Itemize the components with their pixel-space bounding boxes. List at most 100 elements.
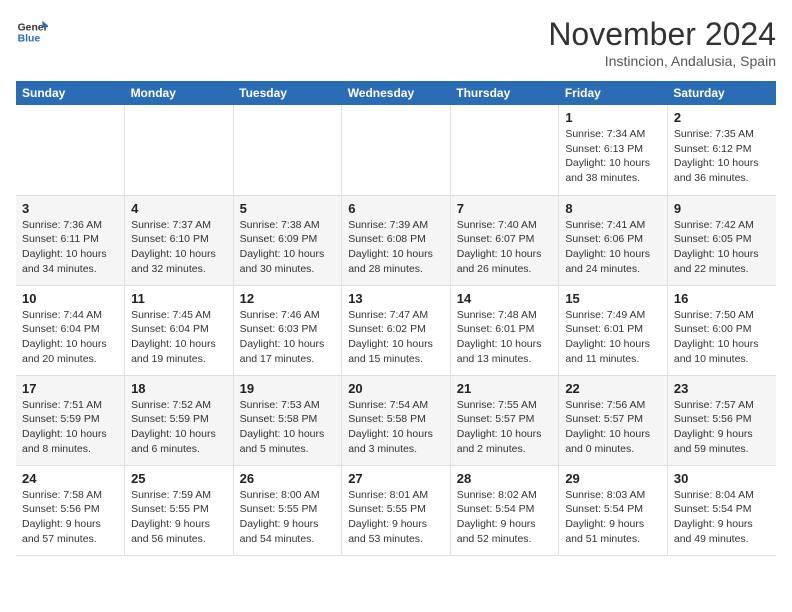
day-info: Sunrise: 7:38 AMSunset: 6:09 PMDaylight:… bbox=[240, 218, 336, 277]
col-header-friday: Friday bbox=[559, 81, 668, 105]
day-number: 12 bbox=[240, 291, 336, 306]
calendar-week-row: 3Sunrise: 7:36 AMSunset: 6:11 PMDaylight… bbox=[16, 195, 776, 285]
col-header-monday: Monday bbox=[125, 81, 234, 105]
day-number: 10 bbox=[22, 291, 118, 306]
col-header-wednesday: Wednesday bbox=[342, 81, 451, 105]
day-number: 28 bbox=[457, 471, 553, 486]
calendar-cell: 26 Sunrise: 8:00 AMSunset: 5:55 PMDayligh… bbox=[233, 465, 342, 555]
day-info: Sunrise: 7:58 AMSunset: 5:56 PMDaylight:… bbox=[22, 488, 118, 547]
calendar-cell: 1 Sunrise: 7:34 AMSunset: 6:13 PMDaylight… bbox=[559, 105, 668, 195]
day-info: Sunrise: 7:53 AMSunset: 5:58 PMDaylight:… bbox=[240, 398, 336, 457]
day-number: 29 bbox=[565, 471, 661, 486]
day-number: 3 bbox=[22, 201, 118, 216]
day-info: Sunrise: 8:00 AMSunset: 5:55 PMDaylight:… bbox=[240, 488, 336, 547]
calendar-cell bbox=[342, 105, 451, 195]
calendar-cell: 15Sunrise: 7:49 AMSunset: 6:01 PMDayligh… bbox=[559, 285, 668, 375]
day-info: Sunrise: 7:52 AMSunset: 5:59 PMDaylight:… bbox=[131, 398, 227, 457]
header-row: SundayMondayTuesdayWednesdayThursdayFrid… bbox=[16, 81, 776, 105]
svg-text:Blue: Blue bbox=[18, 34, 41, 45]
calendar-cell: 2 Sunrise: 7:35 AMSunset: 6:12 PMDaylight… bbox=[667, 105, 776, 195]
calendar-cell: 20 Sunrise: 7:54 AMSunset: 5:58 PMDayligh… bbox=[342, 375, 451, 465]
col-header-tuesday: Tuesday bbox=[233, 81, 342, 105]
day-info: Sunrise: 7:48 AMSunset: 6:01 PMDaylight:… bbox=[457, 308, 553, 367]
day-info: Sunrise: 7:59 AMSunset: 5:55 PMDaylight:… bbox=[131, 488, 227, 547]
day-number: 23 bbox=[674, 381, 770, 396]
day-number: 19 bbox=[240, 381, 336, 396]
calendar-cell: 14 Sunrise: 7:48 AMSunset: 6:01 PMDayligh… bbox=[450, 285, 559, 375]
day-number: 7 bbox=[457, 201, 553, 216]
day-info: Sunrise: 8:03 AMSunset: 5:54 PMDaylight:… bbox=[565, 488, 661, 547]
day-info: Sunrise: 7:34 AMSunset: 6:13 PMDaylight:… bbox=[565, 127, 661, 186]
col-header-thursday: Thursday bbox=[450, 81, 559, 105]
calendar-cell: 13 Sunrise: 7:47 AMSunset: 6:02 PMDayligh… bbox=[342, 285, 451, 375]
calendar-cell bbox=[125, 105, 234, 195]
logo-icon: GeneralBlue bbox=[16, 16, 48, 48]
calendar-cell: 11Sunrise: 7:45 AMSunset: 6:04 PMDayligh… bbox=[125, 285, 234, 375]
calendar-cell: 28 Sunrise: 8:02 AMSunset: 5:54 PMDayligh… bbox=[450, 465, 559, 555]
calendar-cell: 18 Sunrise: 7:52 AMSunset: 5:59 PMDayligh… bbox=[125, 375, 234, 465]
calendar-cell: 30 Sunrise: 8:04 AMSunset: 5:54 PMDayligh… bbox=[667, 465, 776, 555]
day-info: Sunrise: 7:41 AMSunset: 6:06 PMDaylight:… bbox=[565, 218, 661, 277]
calendar-cell: 23 Sunrise: 7:57 AMSunset: 5:56 PMDayligh… bbox=[667, 375, 776, 465]
day-number: 4 bbox=[131, 201, 227, 216]
day-info: Sunrise: 7:47 AMSunset: 6:02 PMDaylight:… bbox=[348, 308, 444, 367]
calendar-week-row: 17 Sunrise: 7:51 AMSunset: 5:59 PMDayligh… bbox=[16, 375, 776, 465]
day-number: 14 bbox=[457, 291, 553, 306]
day-info: Sunrise: 7:54 AMSunset: 5:58 PMDaylight:… bbox=[348, 398, 444, 457]
day-number: 27 bbox=[348, 471, 444, 486]
calendar-table: SundayMondayTuesdayWednesdayThursdayFrid… bbox=[16, 81, 776, 556]
day-info: Sunrise: 7:40 AMSunset: 6:07 PMDaylight:… bbox=[457, 218, 553, 277]
day-number: 24 bbox=[22, 471, 118, 486]
day-number: 26 bbox=[240, 471, 336, 486]
day-number: 1 bbox=[565, 110, 661, 125]
calendar-week-row: 1 Sunrise: 7:34 AMSunset: 6:13 PMDaylight… bbox=[16, 105, 776, 195]
calendar-cell: 3Sunrise: 7:36 AMSunset: 6:11 PMDaylight… bbox=[16, 195, 125, 285]
calendar-cell bbox=[233, 105, 342, 195]
day-info: Sunrise: 7:57 AMSunset: 5:56 PMDaylight:… bbox=[674, 398, 770, 457]
day-number: 6 bbox=[348, 201, 444, 216]
day-info: Sunrise: 7:55 AMSunset: 5:57 PMDaylight:… bbox=[457, 398, 553, 457]
day-number: 25 bbox=[131, 471, 227, 486]
day-info: Sunrise: 7:45 AMSunset: 6:04 PMDaylight:… bbox=[131, 308, 227, 367]
day-info: Sunrise: 7:51 AMSunset: 5:59 PMDaylight:… bbox=[22, 398, 118, 457]
calendar-cell: 4Sunrise: 7:37 AMSunset: 6:10 PMDaylight… bbox=[125, 195, 234, 285]
calendar-cell: 25 Sunrise: 7:59 AMSunset: 5:55 PMDayligh… bbox=[125, 465, 234, 555]
location-subtitle: Instincion, Andalusia, Spain bbox=[548, 53, 776, 69]
calendar-cell: 7 Sunrise: 7:40 AMSunset: 6:07 PMDaylight… bbox=[450, 195, 559, 285]
col-header-saturday: Saturday bbox=[667, 81, 776, 105]
day-info: Sunrise: 7:56 AMSunset: 5:57 PMDaylight:… bbox=[565, 398, 661, 457]
calendar-cell bbox=[16, 105, 125, 195]
calendar-cell: 6 Sunrise: 7:39 AMSunset: 6:08 PMDaylight… bbox=[342, 195, 451, 285]
col-header-sunday: Sunday bbox=[16, 81, 125, 105]
day-info: Sunrise: 7:39 AMSunset: 6:08 PMDaylight:… bbox=[348, 218, 444, 277]
day-number: 2 bbox=[674, 110, 770, 125]
day-info: Sunrise: 7:35 AMSunset: 6:12 PMDaylight:… bbox=[674, 127, 770, 186]
day-number: 20 bbox=[348, 381, 444, 396]
calendar-cell: 16 Sunrise: 7:50 AMSunset: 6:00 PMDayligh… bbox=[667, 285, 776, 375]
calendar-cell: 22Sunrise: 7:56 AMSunset: 5:57 PMDayligh… bbox=[559, 375, 668, 465]
calendar-week-row: 24 Sunrise: 7:58 AMSunset: 5:56 PMDayligh… bbox=[16, 465, 776, 555]
day-info: Sunrise: 7:49 AMSunset: 6:01 PMDaylight:… bbox=[565, 308, 661, 367]
day-number: 16 bbox=[674, 291, 770, 306]
day-info: Sunrise: 8:02 AMSunset: 5:54 PMDaylight:… bbox=[457, 488, 553, 547]
day-number: 21 bbox=[457, 381, 553, 396]
day-info: Sunrise: 7:50 AMSunset: 6:00 PMDaylight:… bbox=[674, 308, 770, 367]
calendar-cell: 29 Sunrise: 8:03 AMSunset: 5:54 PMDayligh… bbox=[559, 465, 668, 555]
day-number: 13 bbox=[348, 291, 444, 306]
calendar-cell: 9Sunrise: 7:42 AMSunset: 6:05 PMDaylight… bbox=[667, 195, 776, 285]
calendar-cell bbox=[450, 105, 559, 195]
day-info: Sunrise: 8:04 AMSunset: 5:54 PMDaylight:… bbox=[674, 488, 770, 547]
month-title: November 2024 bbox=[548, 16, 776, 53]
calendar-cell: 17 Sunrise: 7:51 AMSunset: 5:59 PMDayligh… bbox=[16, 375, 125, 465]
calendar-cell: 10 Sunrise: 7:44 AMSunset: 6:04 PMDayligh… bbox=[16, 285, 125, 375]
day-info: Sunrise: 8:01 AMSunset: 5:55 PMDaylight:… bbox=[348, 488, 444, 547]
header: GeneralBlue November 2024 Instincion, An… bbox=[16, 16, 776, 69]
day-info: Sunrise: 7:44 AMSunset: 6:04 PMDaylight:… bbox=[22, 308, 118, 367]
logo: GeneralBlue bbox=[16, 16, 48, 48]
day-number: 17 bbox=[22, 381, 118, 396]
day-number: 18 bbox=[131, 381, 227, 396]
calendar-cell: 8Sunrise: 7:41 AMSunset: 6:06 PMDaylight… bbox=[559, 195, 668, 285]
calendar-cell: 27 Sunrise: 8:01 AMSunset: 5:55 PMDayligh… bbox=[342, 465, 451, 555]
day-number: 30 bbox=[674, 471, 770, 486]
calendar-cell: 19 Sunrise: 7:53 AMSunset: 5:58 PMDayligh… bbox=[233, 375, 342, 465]
